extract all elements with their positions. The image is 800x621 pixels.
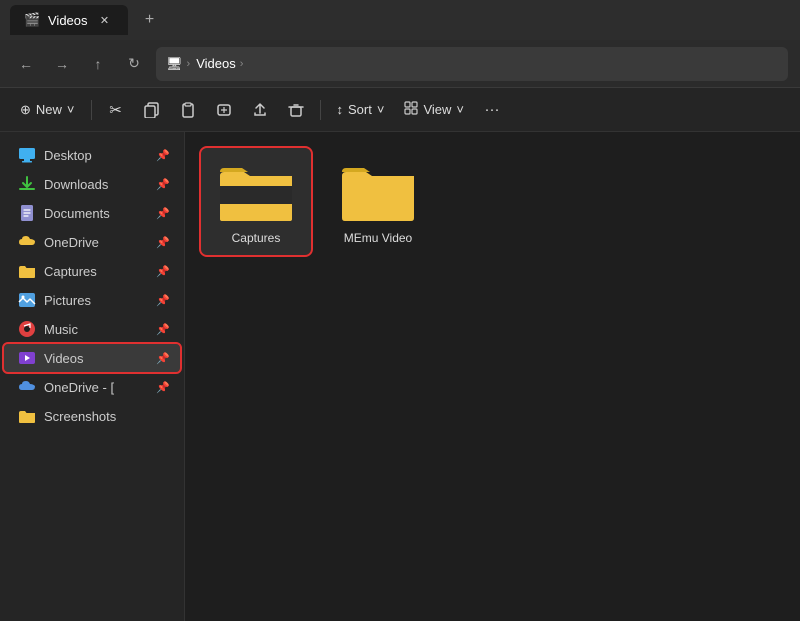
view-chevron: ˅ bbox=[456, 102, 464, 117]
sidebar-label-pictures: Pictures bbox=[44, 293, 91, 308]
delete-button[interactable] bbox=[280, 94, 312, 126]
address-bar[interactable]: 🖥 › Videos › bbox=[156, 47, 788, 81]
file-label-memu-video: MEmu Video bbox=[344, 231, 412, 245]
sidebar-label-onedrive: OneDrive bbox=[44, 235, 99, 250]
music-icon bbox=[18, 320, 36, 338]
pin-icon-captures: 📌 bbox=[156, 265, 170, 278]
share-button[interactable] bbox=[244, 94, 276, 126]
sidebar-label-desktop: Desktop bbox=[44, 148, 92, 163]
sidebar-item-videos[interactable]: Videos 📌 bbox=[4, 344, 180, 372]
sidebar-item-downloads[interactable]: Downloads 📌 bbox=[4, 170, 180, 198]
up-button[interactable]: ↑ bbox=[84, 50, 112, 78]
sidebar-label-screenshots: Screenshots bbox=[44, 409, 116, 424]
sidebar-item-onedrive2[interactable]: OneDrive - [ 📌 bbox=[4, 373, 180, 401]
title-bar: 🎬 Videos ✕ + bbox=[0, 0, 800, 40]
desktop-icon bbox=[18, 146, 36, 164]
view-button[interactable]: View ˅ bbox=[396, 94, 472, 126]
sidebar-item-captures[interactable]: Captures 📌 bbox=[4, 257, 180, 285]
new-chevron: ˅ bbox=[67, 102, 75, 117]
sidebar-label-videos: Videos bbox=[44, 351, 84, 366]
copy-button[interactable] bbox=[136, 94, 168, 126]
address-segment-videos: Videos › bbox=[196, 56, 243, 71]
onedrive-icon bbox=[18, 233, 36, 251]
tab-label: Videos bbox=[48, 13, 88, 28]
file-area: Captures MEmu Video bbox=[185, 132, 800, 621]
pin-icon-onedrive2: 📌 bbox=[156, 381, 170, 394]
sidebar-label-onedrive2: OneDrive - [ bbox=[44, 380, 114, 395]
sidebar-label-captures: Captures bbox=[44, 264, 97, 279]
pin-icon-onedrive: 📌 bbox=[156, 236, 170, 249]
sidebar: Desktop 📌 Downloads 📌 Documents 📌 bbox=[0, 132, 185, 621]
downloads-icon bbox=[18, 175, 36, 193]
sidebar-item-pictures[interactable]: Pictures 📌 bbox=[4, 286, 180, 314]
cut-button[interactable]: ✂ bbox=[100, 94, 132, 126]
sidebar-label-music: Music bbox=[44, 322, 78, 337]
documents-icon bbox=[18, 204, 36, 222]
tab-close-button[interactable]: ✕ bbox=[96, 11, 114, 29]
paste-button[interactable] bbox=[172, 94, 204, 126]
sidebar-item-desktop[interactable]: Desktop 📌 bbox=[4, 141, 180, 169]
folder-svg-memu-video bbox=[338, 158, 418, 223]
pin-icon-downloads: 📌 bbox=[156, 178, 170, 191]
sort-button[interactable]: ↕ Sort ˅ bbox=[329, 94, 393, 126]
videos-icon bbox=[18, 349, 36, 367]
tab-icon: 🎬 bbox=[24, 12, 40, 28]
active-tab[interactable]: 🎬 Videos ✕ bbox=[10, 5, 128, 35]
view-label: View bbox=[423, 102, 451, 117]
toolbar-divider-1 bbox=[91, 100, 92, 120]
new-tab-button[interactable]: + bbox=[136, 6, 164, 34]
new-label: New bbox=[36, 102, 62, 117]
forward-button[interactable]: → bbox=[48, 50, 76, 78]
sidebar-item-documents[interactable]: Documents 📌 bbox=[4, 199, 180, 227]
rename-button[interactable] bbox=[208, 94, 240, 126]
pin-icon-videos: 📌 bbox=[156, 352, 170, 365]
sort-label: Sort bbox=[348, 102, 372, 117]
folder-svg-captures bbox=[216, 158, 296, 223]
back-button[interactable]: ← bbox=[12, 50, 40, 78]
screenshots-folder-icon bbox=[18, 407, 36, 425]
sidebar-item-screenshots[interactable]: Screenshots bbox=[4, 402, 180, 430]
sidebar-label-documents: Documents bbox=[44, 206, 110, 221]
new-icon: ⊕ bbox=[20, 102, 31, 118]
sort-icon: ↕ bbox=[337, 102, 344, 117]
new-button[interactable]: ⊕ New ˅ bbox=[12, 94, 83, 126]
file-item-memu-video[interactable]: MEmu Video bbox=[323, 148, 433, 255]
more-button[interactable]: ··· bbox=[476, 94, 508, 126]
main-content: Desktop 📌 Downloads 📌 Documents 📌 bbox=[0, 132, 800, 621]
pin-icon-pictures: 📌 bbox=[156, 294, 170, 307]
view-icon bbox=[404, 101, 418, 118]
pin-icon-music: 📌 bbox=[156, 323, 170, 336]
file-label-captures: Captures bbox=[232, 231, 281, 245]
onedrive2-icon bbox=[18, 378, 36, 396]
sidebar-item-music[interactable]: Music 📌 bbox=[4, 315, 180, 343]
pin-icon-documents: 📌 bbox=[156, 207, 170, 220]
computer-icon: 🖥 bbox=[166, 56, 183, 72]
sidebar-item-onedrive[interactable]: OneDrive 📌 bbox=[4, 228, 180, 256]
nav-bar: ← → ↑ ↻ 🖥 › Videos › bbox=[0, 40, 800, 88]
address-segment-computer: 🖥 › bbox=[166, 56, 190, 72]
toolbar-divider-2 bbox=[320, 100, 321, 120]
file-item-captures[interactable]: Captures bbox=[201, 148, 311, 255]
captures-folder-icon bbox=[18, 262, 36, 280]
pictures-icon bbox=[18, 291, 36, 309]
pin-icon-desktop: 📌 bbox=[156, 149, 170, 162]
sidebar-label-downloads: Downloads bbox=[44, 177, 108, 192]
sort-chevron: ˅ bbox=[377, 102, 385, 117]
toolbar: ⊕ New ˅ ✂ ↕ Sort ˅ bbox=[0, 88, 800, 132]
file-grid: Captures MEmu Video bbox=[201, 148, 784, 255]
refresh-button[interactable]: ↻ bbox=[120, 50, 148, 78]
address-label-videos: Videos bbox=[196, 56, 236, 71]
